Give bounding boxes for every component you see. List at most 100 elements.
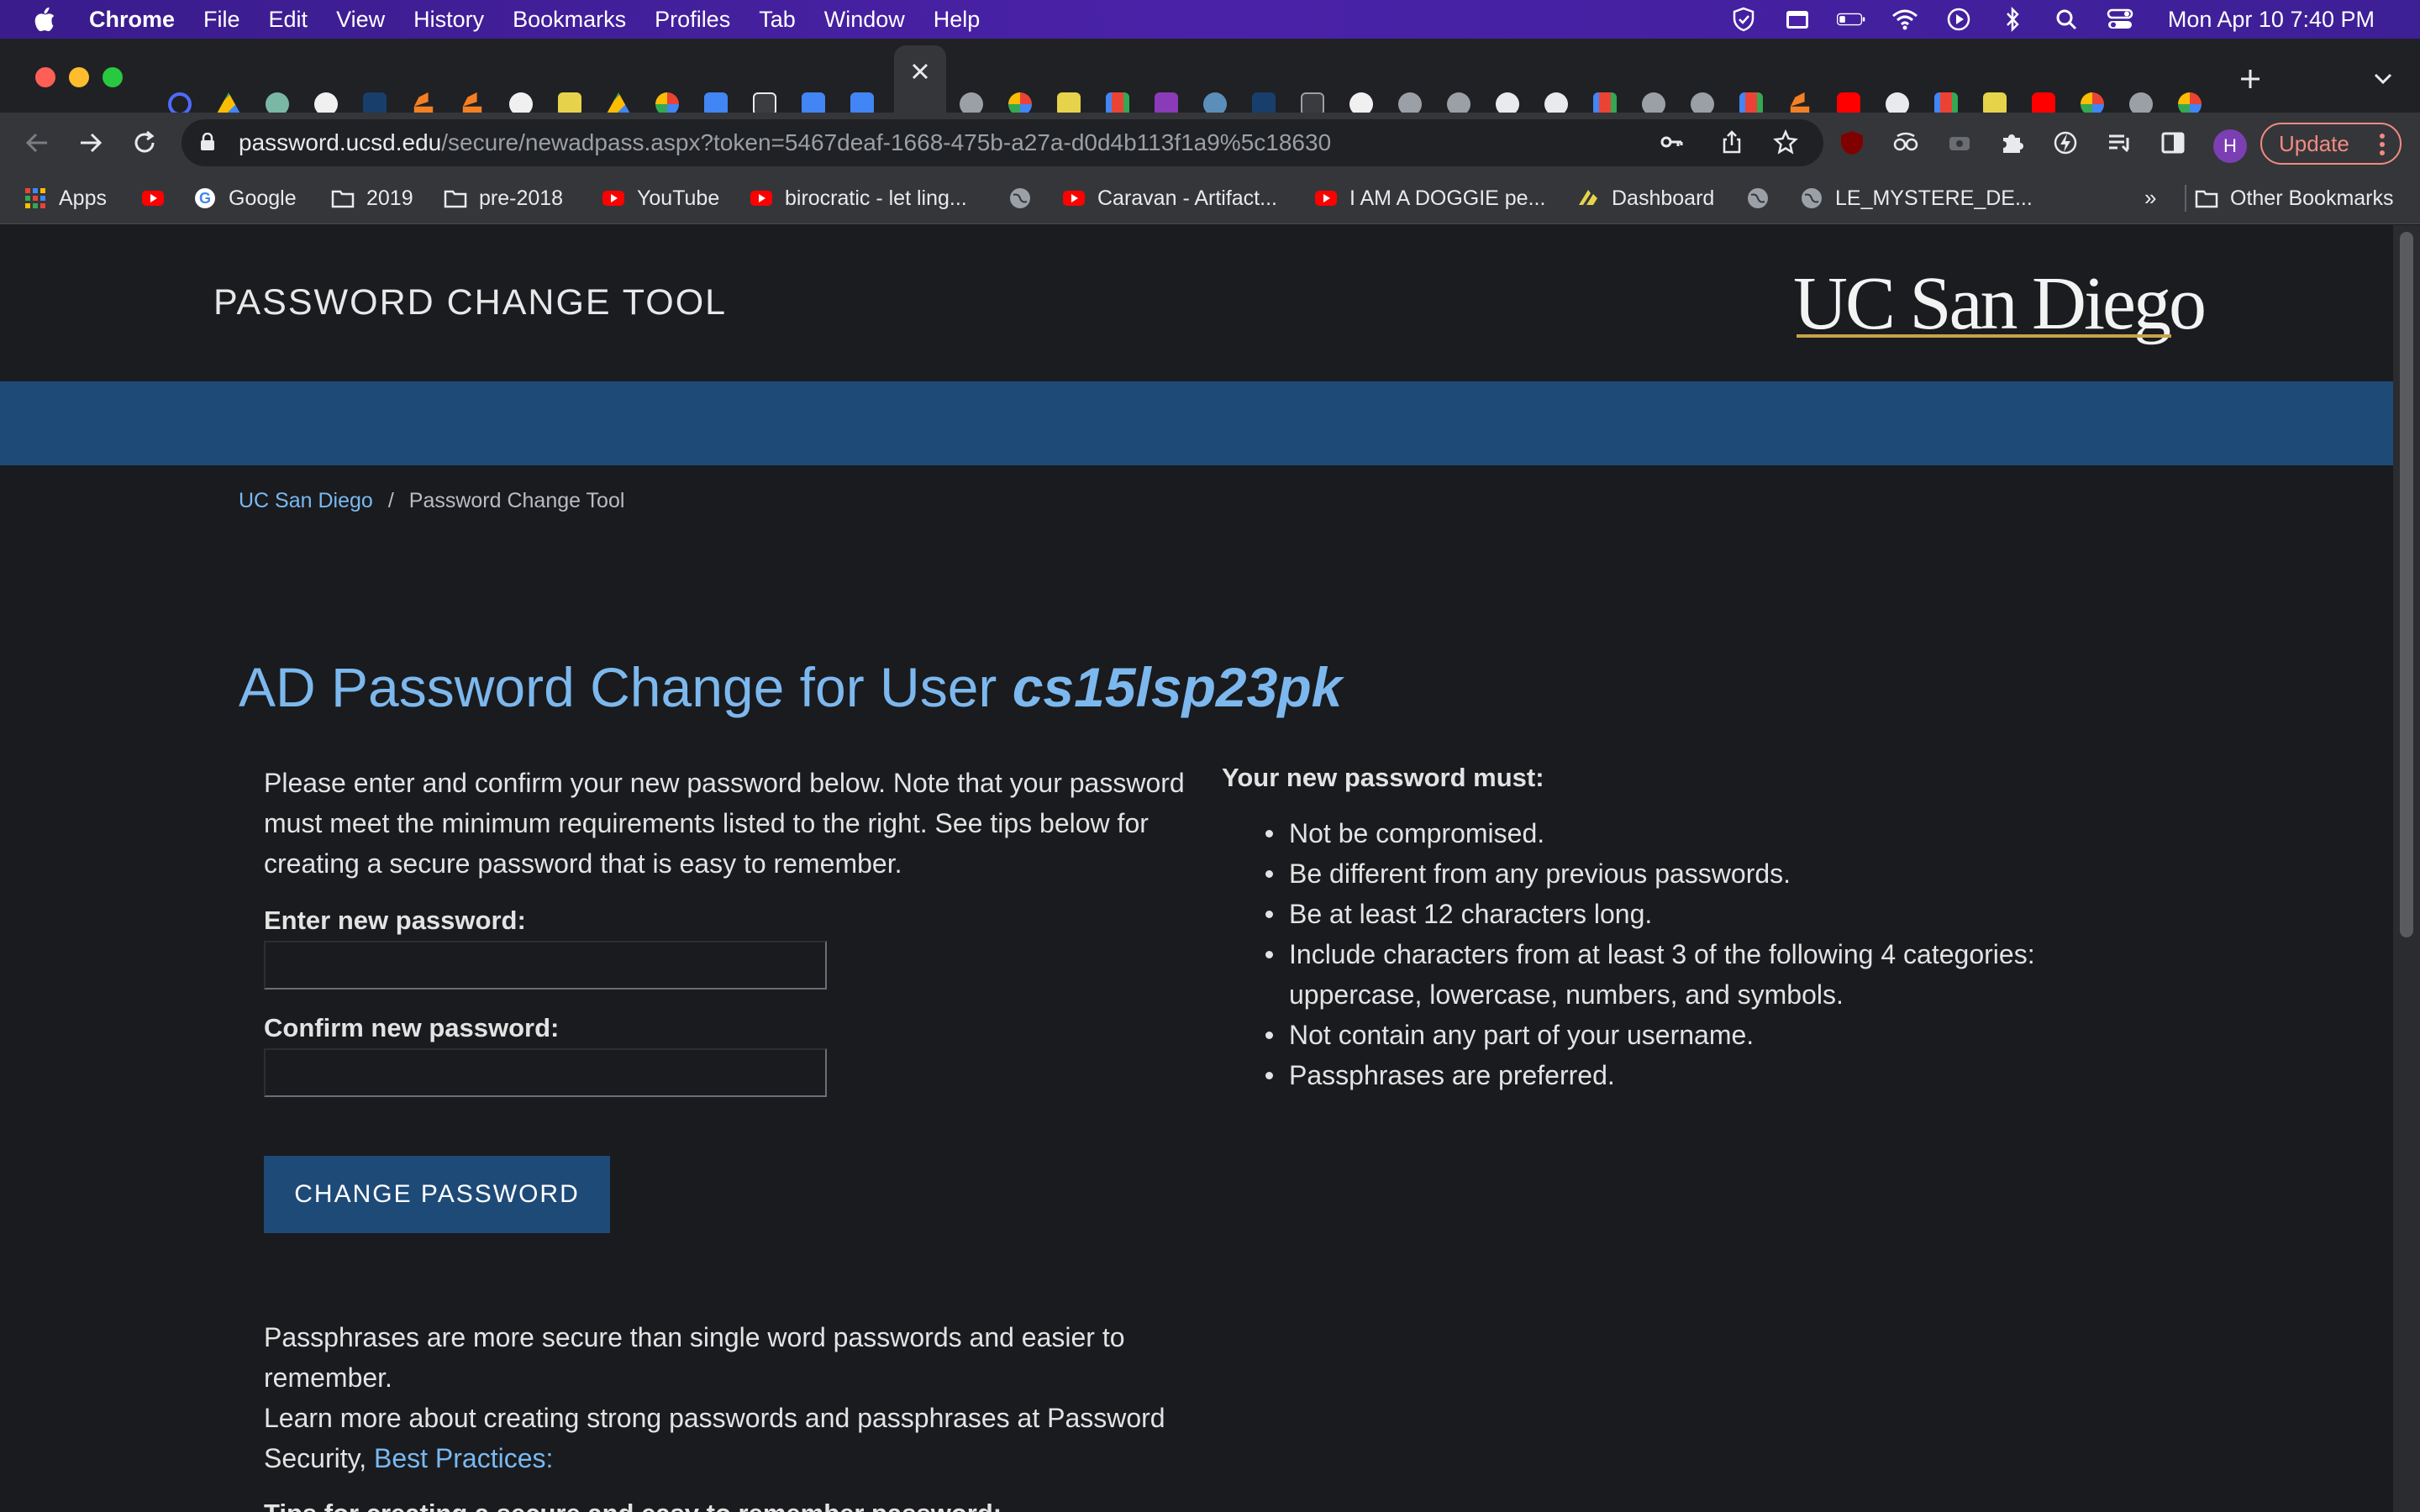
requirement-item: Be different from any previous passwords… <box>1265 853 2129 894</box>
extension-camera-icon[interactable] <box>1946 129 1973 156</box>
menu-window[interactable]: Window <box>824 7 905 33</box>
bookmark-label: birocratic - let ling... <box>785 186 967 210</box>
shield-icon[interactable] <box>1729 7 1758 32</box>
bookmark-label: Apps <box>59 186 107 210</box>
control-center-icon[interactable] <box>2106 8 2134 30</box>
bookmark-label: LE_MYSTERE_DE... <box>1835 186 2033 210</box>
change-password-button[interactable]: CHANGE PASSWORD <box>264 1156 610 1233</box>
bookmark-caravan[interactable]: Caravan - Artifact... <box>1062 183 1277 213</box>
menubar-clock[interactable]: Mon Apr 10 7:40 PM <box>2168 7 2375 33</box>
bookmarks-bar: Apps G Google 2019 pre-2018 YouTube biro… <box>0 173 2420 224</box>
apple-icon[interactable] <box>32 6 57 33</box>
globe-icon <box>1010 188 1030 208</box>
profile-avatar[interactable]: H <box>2213 129 2247 163</box>
bookmark-label: Dashboard <box>1612 186 1715 210</box>
page-title: AD Password Change for User cs15lsp23pk <box>239 655 1342 719</box>
bookmark-globe-2[interactable] <box>1746 183 1781 213</box>
bookmark-apps[interactable]: Apps <box>24 183 107 213</box>
battery-icon[interactable] <box>1836 8 1865 30</box>
lock-icon[interactable] <box>200 133 215 151</box>
folder-icon <box>331 190 355 208</box>
confirm-password-input[interactable] <box>264 1048 827 1097</box>
address-bar[interactable]: password.ucsd.edu/secure/newadpass.aspx?… <box>182 119 1823 166</box>
new-tab-plus-icon[interactable] <box>2238 67 2262 91</box>
url-text[interactable]: password.ucsd.edu/secure/newadpass.aspx?… <box>239 129 1331 156</box>
bluetooth-icon[interactable] <box>1998 7 2027 32</box>
requirement-item: Be at least 12 characters long. <box>1265 894 2129 934</box>
share-icon[interactable] <box>1719 129 1744 155</box>
bookmark-other-bookmarks[interactable]: Other Bookmarks <box>2195 183 2394 213</box>
bookmark-doggie[interactable]: I AM A DOGGIE pe... <box>1314 183 1545 213</box>
best-practices-link[interactable]: Best Practices: <box>374 1443 553 1473</box>
key-icon[interactable] <box>1659 129 1684 155</box>
site-title[interactable]: PASSWORD CHANGE TOOL <box>213 282 727 323</box>
active-tab[interactable] <box>894 45 946 113</box>
requirement-item: Passphrases are preferred. <box>1265 1055 2129 1095</box>
menu-file[interactable]: File <box>203 7 240 33</box>
extension-glasses-icon[interactable] <box>1892 129 1919 156</box>
update-button[interactable]: Update <box>2260 123 2402 165</box>
reading-list-icon[interactable] <box>2106 129 2133 156</box>
forward-arrow-icon[interactable] <box>76 128 106 158</box>
bookmark-dashboard[interactable]: Dashboard <box>1576 183 1714 213</box>
spotlight-search-icon[interactable] <box>2052 8 2081 30</box>
calendar-icon[interactable] <box>1783 8 1812 30</box>
menu-app-name[interactable]: Chrome <box>89 7 175 33</box>
globe-icon <box>1802 188 1822 208</box>
youtube-icon <box>142 191 164 206</box>
bookmark-star-icon[interactable] <box>1773 129 1798 155</box>
menu-history[interactable]: History <box>413 7 484 33</box>
more-menu-icon[interactable] <box>2380 133 2385 156</box>
tips-heading: Tips for creating a secure and easy to r… <box>264 1499 1002 1512</box>
folder-icon <box>444 190 467 208</box>
extensions-puzzle-icon[interactable] <box>1998 129 2025 156</box>
bookmark-youtube-1[interactable] <box>141 183 176 213</box>
close-tab-icon[interactable] <box>909 60 931 82</box>
menu-profiles[interactable]: Profiles <box>655 7 730 33</box>
bookmark-folder-pre-2018[interactable]: pre-2018 <box>444 183 563 213</box>
bookmark-label: Google <box>229 186 297 210</box>
reload-icon[interactable] <box>129 128 160 158</box>
back-arrow-icon[interactable] <box>22 128 52 158</box>
nav-band <box>0 381 2393 465</box>
bookmark-folder-2019[interactable]: 2019 <box>331 183 413 213</box>
confirm-password-label: Confirm new password: <box>264 1013 560 1042</box>
bookmark-label: pre-2018 <box>479 186 564 210</box>
wifi-icon[interactable] <box>1891 8 1919 30</box>
scrollbar-thumb[interactable] <box>2400 232 2413 937</box>
username: cs15lsp23pk <box>1012 656 1343 718</box>
page-scrollbar[interactable] <box>2393 225 2420 1512</box>
minimize-window-button[interactable] <box>69 67 89 87</box>
bookmarks-divider <box>2185 185 2186 212</box>
logo-underline <box>1797 334 2171 338</box>
menu-tab[interactable]: Tab <box>759 7 796 33</box>
menu-help[interactable]: Help <box>934 7 981 33</box>
bookmark-youtube[interactable]: YouTube <box>602 183 719 213</box>
zoom-window-button[interactable] <box>103 67 123 87</box>
google-icon: G <box>195 188 215 208</box>
new-password-input[interactable] <box>264 941 827 990</box>
mac-menu-bar: Chrome File Edit View History Bookmarks … <box>0 0 2420 39</box>
breadcrumb-home-link[interactable]: UC San Diego <box>239 489 373 512</box>
bookmark-le-mystere[interactable]: LE_MYSTERE_DE... <box>1800 183 2033 213</box>
menu-bookmarks[interactable]: Bookmarks <box>513 7 626 33</box>
status-icons: Mon Apr 10 7:40 PM <box>1729 0 2375 39</box>
site-header: PASSWORD CHANGE TOOL UC San Diego <box>0 225 2393 381</box>
tab-search-chevron-icon[interactable] <box>2373 72 2393 86</box>
requirements-list: Not be compromised. Be different from an… <box>1265 813 2129 1095</box>
play-icon[interactable] <box>1944 8 1973 31</box>
bookmark-birocratic[interactable]: birocratic - let ling... <box>750 183 967 213</box>
menu-view[interactable]: View <box>336 7 385 33</box>
youtube-icon <box>602 191 624 206</box>
side-panel-icon[interactable] <box>2160 129 2186 156</box>
url-path: /secure/newadpass.aspx?token=5467deaf-16… <box>441 129 1332 155</box>
bookmark-google[interactable]: G Google <box>193 183 297 213</box>
page-title-prefix: AD Password Change for User <box>239 656 1013 718</box>
bookmarks-overflow-chevron[interactable]: » <box>2144 185 2156 211</box>
close-window-button[interactable] <box>35 67 55 87</box>
bookmark-globe-1[interactable] <box>1008 183 1044 213</box>
youtube-icon <box>1063 191 1085 206</box>
menu-edit[interactable]: Edit <box>269 7 308 33</box>
ublock-icon[interactable] <box>1839 129 1865 156</box>
performance-bolt-icon[interactable] <box>2052 129 2079 156</box>
